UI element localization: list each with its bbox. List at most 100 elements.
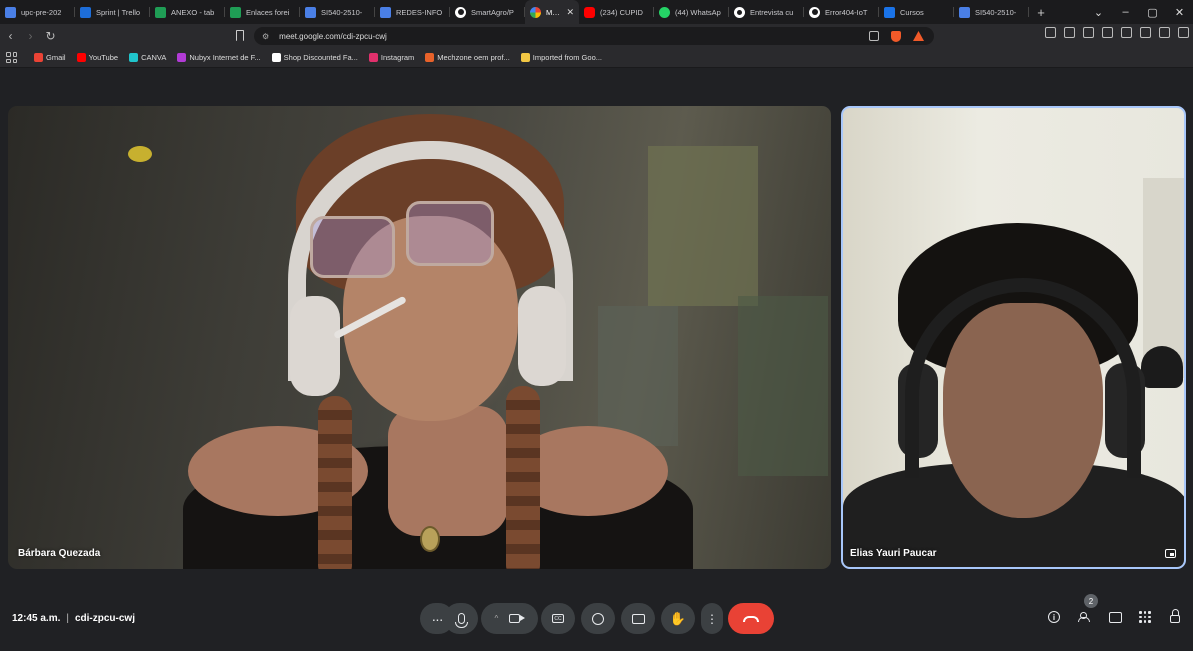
- bookmark-label: Imported from Goo...: [532, 53, 602, 62]
- tab-title: SmartAgro/P: [471, 7, 514, 17]
- browser-tab[interactable]: Error404-IoT: [804, 0, 879, 24]
- more-horiz-icon: ···: [431, 610, 444, 627]
- address-bar[interactable]: ⚙ meet.google.com/cdi-zpcu-cwj: [254, 27, 934, 45]
- doc-favicon-icon: [959, 6, 970, 18]
- window-controls: ⌄ – ▢ ✕: [1085, 0, 1193, 24]
- host-controls-button[interactable]: [1166, 608, 1184, 626]
- extensions-icon[interactable]: [1045, 27, 1056, 38]
- reactions-button[interactable]: [581, 603, 615, 634]
- sidebar-icon[interactable]: [1102, 27, 1113, 38]
- downloads-icon[interactable]: [1064, 27, 1075, 38]
- chat-button[interactable]: [1106, 608, 1124, 626]
- browser-tab[interactable]: ANEXO - tab: [150, 0, 225, 24]
- bookmark-label: Mechzone oem prof...: [437, 53, 510, 62]
- meet-control-bar: 12:45 a.m. | cdi-zpcu-cwj ··· ^ CC ✋ ⋮ i…: [0, 594, 1193, 640]
- bookmark-icon[interactable]: [236, 30, 244, 41]
- browser-tab[interactable]: SI540-2510-: [300, 0, 375, 24]
- emoji-icon: [592, 612, 604, 625]
- lock-icon: [1170, 609, 1180, 623]
- browser-tab[interactable]: Sprint | Trello: [75, 0, 150, 24]
- bookmark-item[interactable]: Imported from Goo...: [520, 53, 602, 62]
- browser-tab[interactable]: REDES-INFO: [375, 0, 450, 24]
- tab-title: SI540-2510-: [321, 7, 363, 17]
- forward-button[interactable]: ›: [21, 29, 40, 43]
- bookmark-item[interactable]: Gmail: [34, 53, 66, 62]
- close-tab-icon[interactable]: ✕: [566, 7, 574, 18]
- bookmark-item[interactable]: CANVA: [129, 53, 166, 62]
- hand-icon: ✋: [669, 610, 687, 626]
- background-cap: [1141, 346, 1183, 388]
- leo-ai-icon[interactable]: [1140, 27, 1151, 38]
- bookmark-favicon-icon: [129, 53, 139, 62]
- necklace-pendant: [420, 526, 440, 552]
- glasses-lens: [406, 201, 494, 266]
- bookmark-favicon-icon: [76, 53, 86, 62]
- tab-search-dropdown-icon[interactable]: ⌄: [1085, 6, 1112, 19]
- info-icon: i: [1048, 611, 1060, 623]
- close-window-button[interactable]: ✕: [1166, 6, 1193, 19]
- browser-toolbar: ‹ › ↻ ⚙ meet.google.com/cdi-zpcu-cwj: [0, 24, 1193, 48]
- raise-hand-button[interactable]: ✋: [661, 603, 695, 634]
- browser-tab[interactable]: Entrevista cu: [729, 0, 804, 24]
- tab-title: Meet: [546, 7, 562, 17]
- site-info-icon[interactable]: ⚙: [262, 32, 269, 41]
- new-tab-button[interactable]: +: [1029, 5, 1053, 20]
- bookmark-item[interactable]: YouTube: [76, 53, 118, 62]
- apps-grid-icon[interactable]: [6, 52, 17, 63]
- browser-tab[interactable]: Enlaces forei: [225, 0, 300, 24]
- wallet-icon[interactable]: [1121, 27, 1132, 38]
- browser-tab[interactable]: SI540-2510-: [954, 0, 1029, 24]
- pip-frame-icon[interactable]: [1165, 549, 1176, 558]
- tab-title: SI540-2510-: [975, 7, 1017, 17]
- more-actions-button[interactable]: ⋮: [701, 603, 723, 634]
- brave-shields-icon[interactable]: [891, 30, 901, 42]
- people-button[interactable]: [1076, 608, 1094, 626]
- meeting-details: 12:45 a.m. | cdi-zpcu-cwj: [12, 613, 135, 624]
- microphone-button[interactable]: [444, 603, 478, 634]
- participant-tile-side[interactable]: Elias Yauri Paucar: [841, 106, 1186, 569]
- meeting-time: 12:45 a.m.: [12, 613, 61, 624]
- bookmark-favicon-icon: [425, 53, 435, 62]
- wa-favicon-icon: [659, 6, 670, 18]
- browser-tab[interactable]: SmartAgro/P: [450, 0, 525, 24]
- circ-favicon-icon: [734, 6, 745, 18]
- tab-title: (234) CUPID: [600, 7, 643, 17]
- browser-tab[interactable]: (44) WhatsAp: [654, 0, 729, 24]
- extensions-area: [1045, 27, 1189, 38]
- bookmark-item[interactable]: Nubyx Internet de F...: [177, 53, 261, 62]
- camera-button[interactable]: ^: [481, 603, 538, 634]
- people-icon: [1078, 612, 1092, 622]
- tab-title: Enlaces forei: [246, 7, 290, 17]
- chevron-up-icon[interactable]: ^: [495, 614, 499, 623]
- captions-button[interactable]: CC: [541, 603, 575, 634]
- separator: |: [66, 613, 69, 624]
- media-icon[interactable]: [1083, 27, 1094, 38]
- share-icon[interactable]: [869, 31, 879, 41]
- meet-favicon-icon: [530, 6, 541, 18]
- menu-icon[interactable]: [1178, 27, 1189, 38]
- participant-braid: [318, 396, 352, 569]
- wall-decoration: [128, 146, 152, 162]
- bookmark-item[interactable]: Shop Discounted Fa...: [271, 53, 358, 62]
- minimize-button[interactable]: –: [1112, 6, 1139, 18]
- leave-call-button[interactable]: [728, 603, 774, 634]
- acad-favicon-icon: [884, 6, 895, 18]
- bookmark-favicon-icon: [177, 53, 187, 62]
- browser-tab[interactable]: upc-pre-202: [0, 0, 75, 24]
- activities-button[interactable]: [1136, 608, 1154, 626]
- participant-tile-main[interactable]: Bárbara Quezada: [8, 106, 831, 569]
- browser-tab[interactable]: Meet ✕: [525, 0, 579, 24]
- browser-tab[interactable]: Cursos: [879, 0, 954, 24]
- reload-button[interactable]: ↻: [41, 29, 60, 43]
- url-text[interactable]: meet.google.com/cdi-zpcu-cwj: [279, 32, 387, 41]
- bookmark-item[interactable]: Instagram: [368, 53, 414, 62]
- back-button[interactable]: ‹: [1, 29, 20, 43]
- vpn-icon[interactable]: [1159, 27, 1170, 38]
- maximize-button[interactable]: ▢: [1139, 6, 1166, 19]
- present-button[interactable]: [621, 603, 655, 634]
- browser-tab[interactable]: (234) CUPID: [579, 0, 654, 24]
- meeting-details-button[interactable]: i: [1045, 608, 1063, 626]
- bookmark-item[interactable]: Mechzone oem prof...: [425, 53, 510, 62]
- brave-rewards-icon[interactable]: [913, 31, 924, 41]
- bookmark-label: Gmail: [46, 53, 66, 62]
